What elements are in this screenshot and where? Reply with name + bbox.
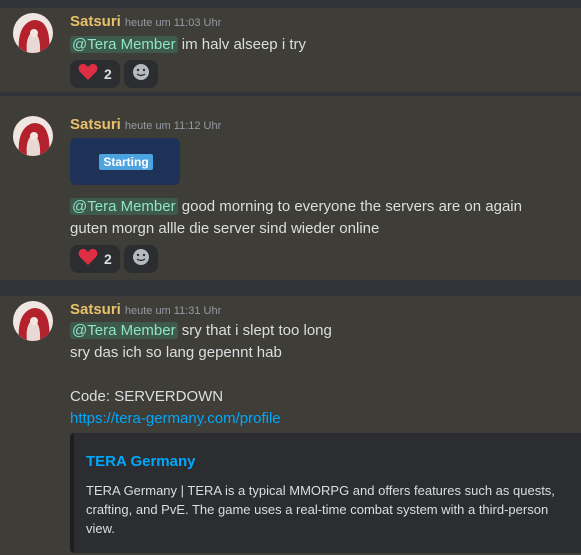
- username[interactable]: Satsuri: [70, 301, 121, 318]
- message-text: good morning to everyone the servers are…: [181, 198, 522, 215]
- message-text: sry that i slept too long: [181, 322, 332, 339]
- heart-icon: [78, 63, 98, 86]
- reactions: 2: [70, 60, 158, 88]
- timestamp[interactable]: heute um 11:03 Uhr: [125, 17, 221, 29]
- mention[interactable]: @Tera Member: [70, 322, 178, 339]
- message-text-line-2: guten morgn allle die server sind wieder…: [70, 220, 380, 237]
- username[interactable]: Satsuri: [70, 13, 121, 30]
- add-reaction-button[interactable]: [123, 60, 158, 88]
- avatar[interactable]: [13, 13, 53, 53]
- smiley-icon: [132, 248, 150, 271]
- reaction-heart[interactable]: 2: [70, 245, 120, 273]
- reaction-count: 2: [104, 66, 112, 82]
- smiley-icon: [132, 63, 150, 86]
- message-header: Satsuri heute um 11:31 Uhr: [70, 301, 221, 319]
- embed-description: TERA Germany | TERA is a typical MMORPG …: [86, 483, 555, 536]
- reactions: 2: [70, 245, 158, 273]
- message-1: Satsuri heute um 11:03 Uhr @Tera Member i…: [0, 8, 581, 92]
- mention[interactable]: @Tera Member: [70, 198, 178, 215]
- reaction-count: 2: [104, 251, 112, 267]
- avatar[interactable]: [13, 116, 53, 156]
- message-2: Satsuri heute um 11:12 Uhr Starting @Tera…: [0, 96, 581, 280]
- message-header: Satsuri heute um 11:12 Uhr: [70, 116, 221, 134]
- message-text-line-2: sry das ich so lang gepennt hab: [70, 344, 282, 361]
- reaction-heart[interactable]: 2: [70, 60, 120, 88]
- message-text: im halv alseep i try: [181, 36, 306, 53]
- embed-title[interactable]: TERA Germany: [86, 453, 195, 470]
- avatar-image-icon: [13, 116, 53, 156]
- status-image[interactable]: Starting: [70, 138, 180, 185]
- message-content: @Tera Member good morning to everyone th…: [70, 196, 522, 218]
- avatar-image-icon: [13, 13, 53, 53]
- timestamp[interactable]: heute um 11:12 Uhr: [125, 120, 221, 132]
- avatar-image-icon: [13, 301, 53, 341]
- message-header: Satsuri heute um 11:03 Uhr: [70, 13, 221, 31]
- avatar[interactable]: [13, 301, 53, 341]
- profile-link[interactable]: https://tera-germany.com/profile: [70, 408, 281, 430]
- mention[interactable]: @Tera Member: [70, 36, 178, 53]
- add-reaction-button[interactable]: [123, 245, 158, 273]
- code-line: Code: SERVERDOWN: [70, 388, 224, 405]
- link-embed: TERA Germany TERA Germany | TERA is a ty…: [70, 433, 581, 553]
- status-badge: Starting: [99, 154, 153, 170]
- message-content: @Tera Member sry that i slept too long: [70, 320, 332, 342]
- message-3: Satsuri heute um 11:31 Uhr @Tera Member s…: [0, 296, 581, 555]
- timestamp[interactable]: heute um 11:31 Uhr: [125, 305, 221, 317]
- message-content: @Tera Member im halv alseep i try: [70, 34, 306, 56]
- username[interactable]: Satsuri: [70, 116, 121, 133]
- heart-icon: [78, 248, 98, 271]
